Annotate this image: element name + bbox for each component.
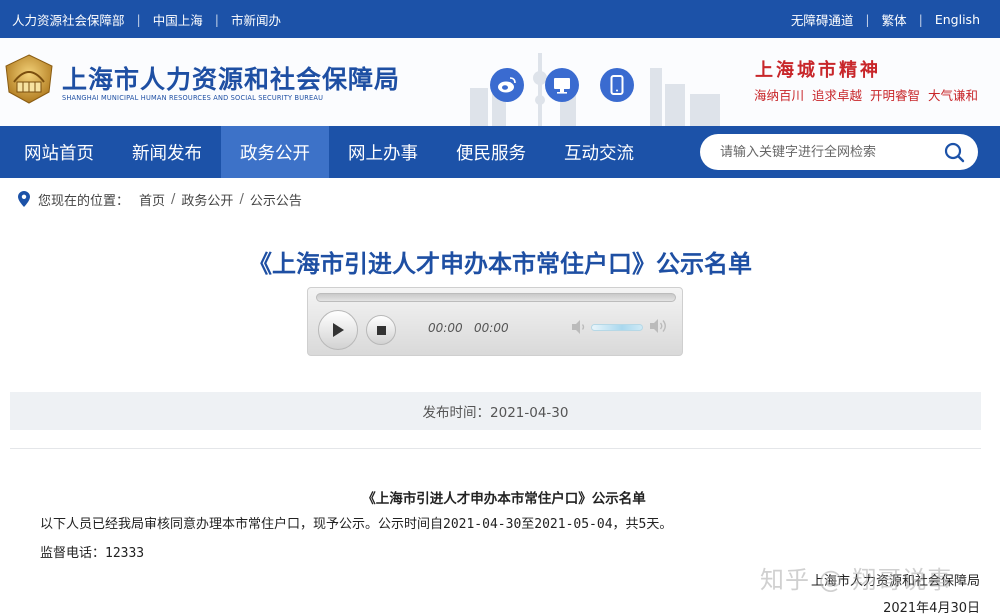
link-china-shanghai[interactable]: 中国上海 [153, 10, 203, 29]
breadcrumb-announcements[interactable]: 公示公告 [250, 190, 302, 209]
stop-button[interactable] [366, 315, 396, 345]
nav-item-public-services[interactable]: 便民服务 [437, 126, 545, 178]
top-bar-separator: | [136, 11, 141, 27]
site-search [700, 134, 978, 170]
city-spirit-tag: 开明睿智 [870, 88, 921, 103]
computer-icon [554, 78, 570, 94]
city-spirit-tag: 大气谦和 [928, 88, 979, 103]
current-time: 00:00 [428, 321, 463, 335]
city-spirit-title: 上海城市精神 [755, 60, 881, 81]
article-paragraph: 以下人员已经我局审核同意办理本市常住户口，现予公示。公示时间自2021-04-3… [40, 517, 673, 532]
audio-progress-bar[interactable] [316, 293, 676, 302]
breadcrumb-home[interactable]: 首页 [139, 190, 165, 209]
total-time: 00:00 [474, 321, 509, 335]
link-traditional-chinese[interactable]: 繁体 [882, 10, 907, 29]
stop-icon [376, 325, 386, 335]
link-accessibility[interactable]: 无障碍通道 [791, 10, 854, 29]
link-english[interactable]: English [935, 12, 980, 27]
pc-site-button[interactable] [545, 68, 579, 102]
volume-slider[interactable] [591, 324, 643, 331]
publish-info-bar: 发布时间：2021-04-30 [10, 392, 981, 430]
play-icon [333, 323, 344, 337]
nav-item-interaction[interactable]: 互动交流 [545, 126, 653, 178]
weibo-icon [498, 77, 516, 93]
top-bar-separator: | [214, 11, 219, 27]
article-date: 2021年4月30日 [883, 601, 980, 616]
top-bar-left-links: 人力资源社会保障部 | 中国上海 | 市新闻办 [12, 0, 281, 38]
page-title: 《上海市引进人才申办本市常住户口》公示名单 [248, 250, 752, 278]
mobile-site-button[interactable] [600, 68, 634, 102]
top-bar: 人力资源社会保障部 | 中国上海 | 市新闻办 无障碍通道 | 繁体 | Eng… [0, 0, 1000, 38]
volume-low-icon[interactable] [570, 319, 588, 335]
top-bar-separator: | [865, 11, 870, 27]
main-nav: 网站首页 新闻发布 政务公开 网上办事 便民服务 互动交流 [0, 126, 1000, 178]
breadcrumb-label: 您现在的位置： [38, 193, 130, 209]
nav-item-government-affairs[interactable]: 政务公开 [221, 126, 329, 178]
play-button[interactable] [318, 310, 358, 350]
mobile-phone-icon [610, 75, 624, 95]
publish-time: 发布时间：2021-04-30 [422, 405, 569, 421]
city-spirit-tag: 追求卓越 [812, 88, 863, 103]
link-news-office[interactable]: 市新闻办 [231, 10, 281, 29]
content-divider [10, 448, 981, 449]
top-bar-right-links: 无障碍通道 | 繁体 | English [791, 0, 980, 38]
link-mohrss[interactable]: 人力资源社会保障部 [12, 10, 125, 29]
site-subtitle: SHANGHAI MUNICIPAL HUMAN RESOURCES AND S… [62, 94, 324, 102]
volume-high-icon[interactable] [648, 317, 670, 335]
supervision-hotline: 监督电话：12333 [40, 546, 145, 561]
nav-item-online-services[interactable]: 网上办事 [329, 126, 437, 178]
weibo-button[interactable] [490, 68, 524, 102]
search-icon[interactable] [942, 140, 966, 164]
location-pin-icon [18, 191, 30, 207]
nav-item-news[interactable]: 新闻发布 [113, 126, 221, 178]
breadcrumb-separator: / [171, 191, 176, 207]
site-header: 上海市人力资源和社会保障局 SHANGHAI MUNICIPAL HUMAN R… [0, 38, 1000, 126]
breadcrumb: 您现在的位置： 首页 / 政务公开 / 公示公告 [18, 190, 302, 209]
site-title[interactable]: 上海市人力资源和社会保障局 [62, 60, 400, 96]
breadcrumb-separator: / [239, 191, 244, 207]
zhihu-watermark: 知乎 @ 翔哥说事 [760, 566, 953, 594]
search-input[interactable] [720, 134, 940, 170]
nav-item-home[interactable]: 网站首页 [5, 126, 113, 178]
city-spirit-tags: 海纳百川 追求卓越 开明睿智 大气谦和 [754, 85, 978, 104]
city-spirit-tag: 海纳百川 [754, 88, 805, 103]
article-heading: 《上海市引进人才申办本市常住户口》公示名单 [362, 491, 646, 507]
breadcrumb-government-affairs[interactable]: 政务公开 [181, 190, 233, 209]
top-bar-separator: | [918, 11, 923, 27]
bureau-emblem-icon[interactable] [2, 52, 56, 106]
audio-player: 00:00 00:00 [307, 287, 683, 356]
